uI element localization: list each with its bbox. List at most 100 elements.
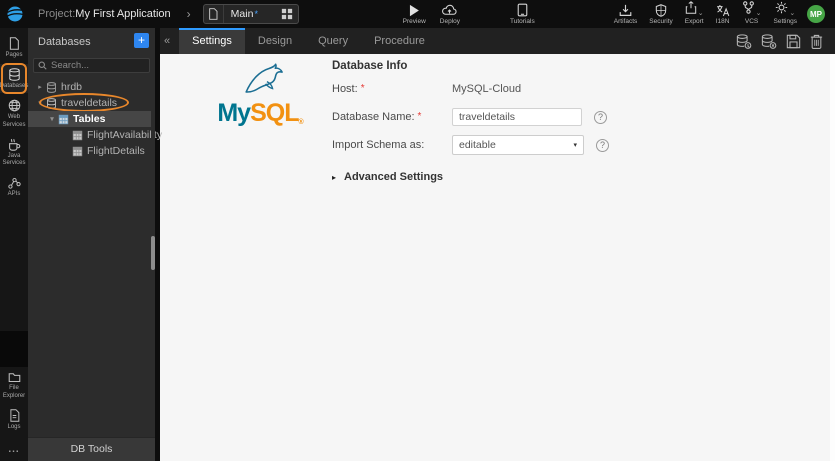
database-name-help-icon[interactable]: ? — [594, 110, 607, 124]
databases-panel-title: Databases — [38, 36, 91, 48]
import-schema-row: Import Schema as: editable ▾ ? — [332, 135, 609, 155]
database-name-input[interactable] — [452, 108, 582, 126]
mysql-dolphin-icon — [245, 63, 283, 93]
search-input[interactable] — [51, 60, 145, 71]
tree-item-label: traveldetails — [61, 97, 118, 109]
sidebar-item-apis[interactable]: APIs — [0, 172, 28, 201]
collapse-icon[interactable]: ▾ — [35, 99, 45, 107]
sidebar-item-logs[interactable]: Logs — [0, 405, 28, 434]
collapse-icon[interactable]: ▾ — [47, 115, 57, 123]
tree-item-flightavailability[interactable]: FlightAvailability — [28, 127, 162, 143]
settings-content: MySQL® Database Info Host: * MySQL-Cloud … — [160, 54, 835, 461]
import-schema-select[interactable]: editable ▾ — [452, 135, 584, 155]
tree-item-label: FlightDetails — [87, 145, 145, 157]
sidebar-item-java-services[interactable]: Java Services — [0, 134, 28, 170]
add-database-button[interactable]: + — [134, 33, 149, 48]
tutorials-label: Tutorials — [510, 17, 535, 25]
reimport-database-icon[interactable] — [736, 33, 752, 49]
download-icon — [619, 3, 632, 17]
sidebar-item-pages[interactable]: Pages — [0, 33, 28, 62]
mysql-wordmark-sql: SQL — [250, 99, 299, 127]
update-database-icon[interactable] — [761, 33, 777, 49]
db-tools-button[interactable]: DB Tools — [28, 437, 155, 461]
artifacts-label: Artifacts — [613, 17, 638, 25]
tab-settings[interactable]: Settings — [179, 28, 245, 54]
sidebar-item-label: File Explorer — [2, 385, 26, 399]
project-title: Project:My First Application — [38, 8, 171, 20]
vcs-caret-icon: ⌄ — [755, 9, 762, 17]
settings-caret-icon: ⌄ — [789, 9, 796, 17]
export-button[interactable]: ⌄ Export — [684, 1, 704, 26]
sidebar-item-file-explorer[interactable]: File Explorer — [0, 367, 28, 402]
required-marker: * — [360, 83, 365, 94]
deploy-button[interactable]: Deploy — [440, 3, 460, 26]
select-caret-icon: ▾ — [573, 142, 577, 149]
import-schema-help-icon[interactable]: ? — [596, 138, 609, 152]
gear-icon — [775, 1, 788, 17]
section-title: Database Info — [332, 60, 408, 72]
import-schema-label: Import Schema as: — [332, 139, 425, 151]
export-label: Export — [684, 17, 704, 25]
branch-icon — [742, 1, 755, 17]
expand-icon[interactable]: ▸ — [35, 83, 45, 91]
layout-grid-icon[interactable] — [281, 8, 293, 20]
database-search-box — [33, 58, 150, 73]
page-selector-dropdown[interactable]: Main * — [202, 4, 299, 24]
artifacts-button[interactable]: Artifacts — [614, 3, 637, 26]
globe-icon — [8, 100, 20, 112]
delete-icon[interactable] — [810, 34, 823, 49]
export-icon — [685, 1, 697, 17]
preview-label: Preview — [402, 17, 426, 25]
sidebar-item-databases[interactable]: Databases — [0, 63, 29, 95]
table-icon — [72, 130, 83, 140]
tab-bar: « Settings Design Query Procedure — [160, 28, 835, 54]
rail-shadow — [0, 331, 28, 368]
panel-scrollbar-thumb[interactable] — [151, 236, 155, 270]
collapse-panel-icon[interactable]: « — [160, 28, 179, 54]
sidebar-item-label: Logs — [7, 423, 21, 430]
top-bar: Project:My First Application › Main * Pr… — [0, 0, 835, 28]
panel-scrollbar — [151, 28, 155, 461]
host-value: MySQL-Cloud — [452, 83, 522, 95]
database-info-form: Database Info Host: * MySQL-Cloud Databas… — [332, 60, 609, 183]
security-button[interactable]: Security — [649, 3, 673, 26]
tab-procedure[interactable]: Procedure — [361, 28, 438, 54]
databases-panel-header: Databases + — [28, 28, 155, 54]
tab-design[interactable]: Design — [245, 28, 305, 54]
rail-more-button[interactable]: ... — [8, 444, 19, 455]
sidebar-item-label: Databases — [0, 83, 29, 90]
search-icon — [38, 61, 47, 70]
vcs-button[interactable]: ⌄ VCS — [742, 1, 762, 26]
sidebar-item-label: Web Services — [2, 114, 26, 128]
workspace: « Settings Design Query Procedure MySQL®… — [160, 28, 835, 461]
settings-button[interactable]: ⌄ Settings — [773, 1, 798, 26]
content-scrollbar[interactable] — [830, 54, 835, 461]
coffee-icon — [8, 138, 20, 151]
tree-item-traveldetails[interactable]: ▾ traveldetails — [28, 93, 155, 112]
user-avatar[interactable]: MP — [807, 5, 825, 23]
i18n-button[interactable]: I18N — [716, 3, 730, 26]
page-file-icon — [204, 5, 224, 23]
sidebar-item-label: Java Services — [2, 152, 26, 166]
tree-item-tables[interactable]: ▾ Tables — [28, 111, 155, 127]
vcs-label: VCS — [744, 17, 759, 25]
registered-mark: ® — [298, 119, 303, 126]
preview-button[interactable]: Preview — [403, 3, 426, 26]
database-name-label: Database Name: * — [332, 111, 422, 123]
play-icon — [408, 3, 420, 17]
security-label: Security — [649, 17, 673, 25]
save-icon[interactable] — [786, 34, 801, 49]
tree-item-hrdb[interactable]: ▸ hrdb — [28, 79, 155, 95]
advanced-settings-toggle[interactable]: ▸ Advanced Settings — [332, 171, 609, 183]
settings-label: Settings — [773, 17, 798, 25]
pages-icon — [9, 37, 19, 50]
tree-item-flightdetails[interactable]: FlightDetails — [28, 143, 155, 159]
tab-query[interactable]: Query — [305, 28, 361, 54]
tutorials-button[interactable]: Tutorials — [510, 3, 535, 26]
wavemaker-logo-icon[interactable] — [0, 0, 30, 28]
folder-icon — [8, 373, 20, 383]
deploy-label: Deploy — [439, 17, 461, 25]
unsaved-indicator: * — [254, 9, 258, 19]
sidebar-item-web-services[interactable]: Web Services — [0, 95, 28, 131]
panel-divider — [155, 28, 160, 461]
